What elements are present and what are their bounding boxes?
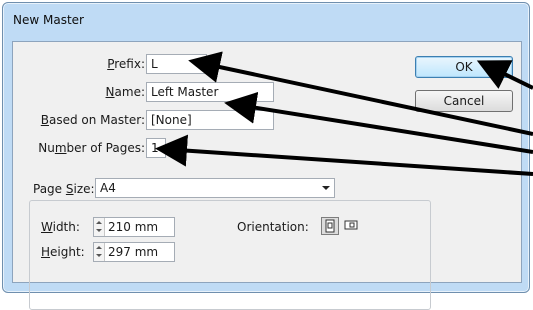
arrow-to-pages [155, 134, 533, 176]
arrow-to-name [224, 91, 533, 154]
arrow-to-ok [476, 60, 533, 90]
annotation-arrows [155, 51, 533, 176]
